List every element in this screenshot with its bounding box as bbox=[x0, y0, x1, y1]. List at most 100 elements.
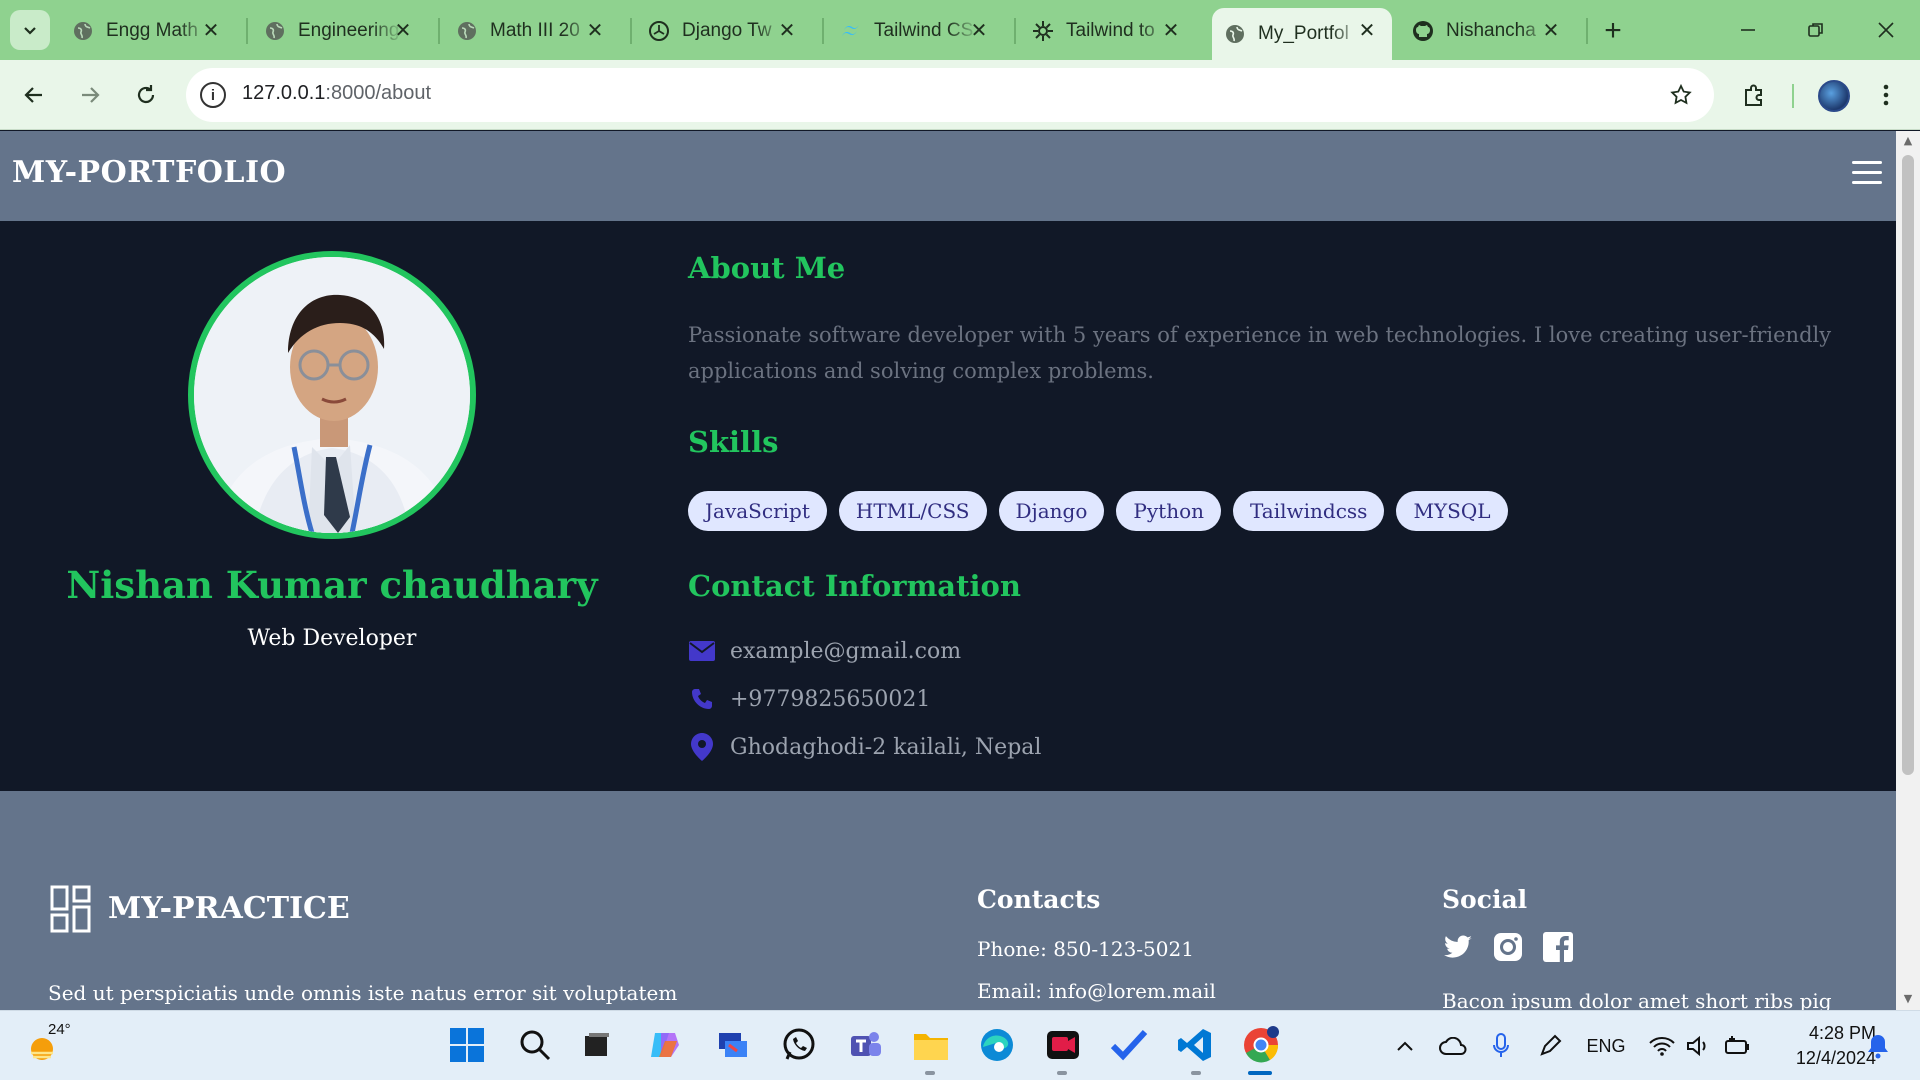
volume-icon[interactable] bbox=[1684, 1031, 1712, 1061]
language-indicator[interactable]: ENG bbox=[1584, 1031, 1628, 1061]
skill-chip: Python bbox=[1116, 491, 1222, 531]
globe-icon bbox=[456, 20, 478, 42]
window-close-button[interactable] bbox=[1866, 10, 1906, 50]
windows-taskbar: 24° ENG 4:28 PM 12/4/2024 bbox=[0, 1010, 1920, 1080]
browser-menu-button[interactable] bbox=[1868, 77, 1904, 113]
copilot-app[interactable] bbox=[644, 1024, 686, 1066]
todo-app[interactable] bbox=[1108, 1024, 1150, 1066]
close-icon[interactable]: ✕ bbox=[200, 19, 222, 42]
search-button[interactable] bbox=[514, 1024, 556, 1066]
notification-bell-icon[interactable] bbox=[1864, 1031, 1892, 1061]
person-portrait-image bbox=[194, 257, 470, 533]
twitter-icon[interactable] bbox=[1442, 931, 1474, 963]
phone-icon bbox=[688, 685, 716, 713]
scroll-up-arrow-icon[interactable]: ▲ bbox=[1902, 135, 1914, 147]
tab-title: Tailwind CS bbox=[874, 20, 974, 41]
screen-recorder-app[interactable] bbox=[1042, 1024, 1084, 1066]
close-icon[interactable]: ✕ bbox=[1160, 19, 1182, 42]
profile-avatar-button[interactable] bbox=[1818, 80, 1850, 112]
instagram-icon[interactable] bbox=[1492, 931, 1524, 963]
close-icon[interactable]: ✕ bbox=[776, 19, 798, 42]
browser-tab-active[interactable]: My_Portfol ✕ bbox=[1212, 8, 1392, 60]
close-icon bbox=[1878, 22, 1894, 38]
footer-email[interactable]: Email: info@lorem.mail bbox=[977, 979, 1216, 1003]
toolbar-divider bbox=[1792, 84, 1794, 108]
skill-chip: Django bbox=[998, 491, 1105, 531]
footer-social-heading: Social bbox=[1442, 885, 1528, 914]
task-view-button[interactable] bbox=[576, 1024, 618, 1066]
start-button[interactable] bbox=[446, 1024, 488, 1066]
footer-phone: Phone: 850-123-5021 bbox=[977, 937, 1194, 961]
running-indicator bbox=[1057, 1071, 1067, 1075]
back-button[interactable] bbox=[16, 77, 52, 113]
task-view-icon bbox=[585, 1033, 609, 1056]
skill-chip: HTML/CSS bbox=[838, 491, 987, 531]
running-indicator bbox=[925, 1071, 935, 1075]
whatsapp-app[interactable] bbox=[778, 1024, 820, 1066]
tab-search-button[interactable] bbox=[10, 10, 50, 50]
scroll-down-arrow-icon[interactable]: ▼ bbox=[1902, 993, 1914, 1005]
map-pin-icon bbox=[688, 733, 716, 761]
close-icon[interactable]: ✕ bbox=[1356, 19, 1378, 42]
wifi-icon[interactable] bbox=[1648, 1031, 1676, 1061]
clock-time: 4:28 PM bbox=[1808, 1023, 1876, 1043]
address-bar[interactable]: i 127.0.0.1:8000/about bbox=[186, 68, 1714, 122]
site-info-icon[interactable]: i bbox=[200, 82, 226, 108]
browser-tab[interactable]: Tailwind to ✕ bbox=[1020, 8, 1196, 54]
search-icon bbox=[520, 1030, 551, 1061]
new-tab-button[interactable]: + bbox=[1596, 14, 1630, 48]
tab-title: Engineering bbox=[298, 20, 400, 41]
facebook-icon[interactable] bbox=[1542, 931, 1574, 963]
battery-icon[interactable] bbox=[1722, 1031, 1752, 1061]
minimize-button[interactable] bbox=[1728, 10, 1768, 50]
edge-app[interactable] bbox=[976, 1024, 1018, 1066]
browser-tab[interactable]: Engg Math ✕ bbox=[60, 8, 236, 54]
footer-social-text: Bacon ipsum dolor amet short ribs pig bbox=[1442, 989, 1832, 1010]
gear-icon bbox=[1032, 20, 1054, 42]
url-path: :8000/about bbox=[325, 82, 432, 104]
vscode-app[interactable] bbox=[1174, 1024, 1216, 1066]
reload-button[interactable] bbox=[128, 77, 164, 113]
system-clock[interactable]: 4:28 PM 12/4/2024 bbox=[1764, 1021, 1876, 1071]
contact-phone-text: +9779825650021 bbox=[730, 686, 931, 712]
chrome-app[interactable] bbox=[1240, 1024, 1282, 1066]
site-logo[interactable]: MY-PORTFOLIO bbox=[12, 155, 286, 190]
browser-tab[interactable]: Math III 20 ✕ bbox=[444, 8, 620, 54]
minimize-icon bbox=[1741, 29, 1755, 31]
close-icon[interactable]: ✕ bbox=[968, 19, 990, 42]
microphone-icon[interactable] bbox=[1490, 1031, 1512, 1061]
openai-icon bbox=[648, 20, 670, 42]
pen-icon[interactable] bbox=[1536, 1031, 1564, 1061]
browser-tab[interactable]: Django Tw ✕ bbox=[636, 8, 812, 54]
browser-tab[interactable]: Tailwind CS ✕ bbox=[828, 8, 1004, 54]
profile-photo bbox=[188, 251, 476, 539]
teams-app[interactable] bbox=[844, 1024, 886, 1066]
close-icon[interactable]: ✕ bbox=[584, 19, 606, 42]
weather-temperature: 24° bbox=[48, 1021, 71, 1038]
browser-tab[interactable]: Nishancha ✕ bbox=[1400, 8, 1576, 54]
scrollbar-thumb[interactable] bbox=[1902, 155, 1914, 775]
footer-logo[interactable]: MY-PRACTICE bbox=[108, 891, 350, 926]
url-text[interactable]: 127.0.0.1:8000/about bbox=[242, 82, 431, 105]
browser-tab[interactable]: Engineering ✕ bbox=[252, 8, 428, 54]
onedrive-icon[interactable] bbox=[1438, 1031, 1468, 1061]
bookmark-star-icon[interactable] bbox=[1666, 80, 1696, 110]
browser-toolbar: i 127.0.0.1:8000/about bbox=[0, 60, 1920, 130]
contact-location: Ghodaghodi-2 kailali, Nepal bbox=[688, 733, 1041, 761]
file-explorer-app[interactable] bbox=[910, 1024, 952, 1066]
skills-list: JavaScript HTML/CSS Django Python Tailwi… bbox=[688, 491, 1508, 531]
extensions-button[interactable] bbox=[1736, 77, 1772, 113]
close-icon[interactable]: ✕ bbox=[392, 19, 414, 42]
globe-icon bbox=[72, 20, 94, 42]
restore-button[interactable] bbox=[1796, 10, 1836, 50]
page-scrollbar[interactable]: ▲ ▼ bbox=[1896, 131, 1920, 1010]
tab-separator bbox=[1014, 18, 1016, 44]
remote-desktop-app[interactable] bbox=[712, 1024, 754, 1066]
weather-widget[interactable]: 24° bbox=[26, 1021, 71, 1067]
vscode-icon bbox=[1178, 1029, 1211, 1061]
forward-button[interactable] bbox=[72, 77, 108, 113]
whatsapp-icon bbox=[783, 1028, 815, 1060]
show-hidden-icons-button[interactable] bbox=[1392, 1031, 1418, 1061]
close-icon[interactable]: ✕ bbox=[1540, 19, 1562, 42]
menu-icon[interactable] bbox=[1852, 161, 1882, 187]
